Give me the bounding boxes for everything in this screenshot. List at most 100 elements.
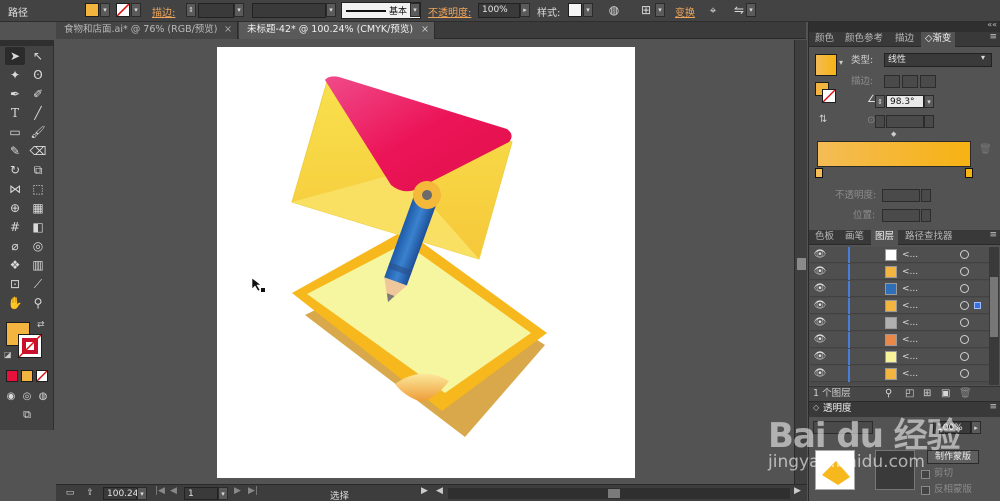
- transform-link[interactable]: 变换: [675, 4, 695, 19]
- layers-list[interactable]: 👁 <... 👁 <... 👁 <... 👁 <... 👁 <... 👁 <... 👁 <... 👁 <...: [809, 247, 995, 385]
- last-artboard-icon[interactable]: ▶|: [248, 486, 258, 496]
- panel-menu-icon[interactable]: ≡: [989, 402, 997, 412]
- stop-location-dropdown-icon[interactable]: [921, 209, 931, 222]
- layer-name[interactable]: <...: [902, 264, 952, 280]
- blend-tool-icon[interactable]: ◎: [28, 237, 48, 255]
- visibility-eye-icon[interactable]: 👁: [813, 367, 827, 381]
- curvature-tool-icon[interactable]: ✐: [28, 85, 48, 103]
- stop-opacity-input[interactable]: [882, 189, 920, 202]
- aspect-dropdown-icon[interactable]: [924, 115, 934, 128]
- tab-gradient[interactable]: ◇渐变: [921, 32, 956, 47]
- tab-swatches[interactable]: 色板: [811, 230, 838, 245]
- pen-tool-icon[interactable]: ✒: [5, 85, 25, 103]
- isolate-icon[interactable]: ⌖: [705, 3, 721, 19]
- panel-menu-icon[interactable]: ≡: [989, 32, 997, 42]
- aspect-ratio-input[interactable]: [886, 115, 924, 128]
- layer-row[interactable]: 👁 <...: [810, 332, 993, 348]
- profile-dropdown-icon[interactable]: ▾: [326, 3, 336, 17]
- gradient-stop-left[interactable]: [815, 168, 823, 178]
- gradient-slider-bar[interactable]: [817, 141, 971, 167]
- stop-location-input[interactable]: [882, 209, 920, 222]
- layer-row[interactable]: 👁 <...: [810, 298, 993, 314]
- gradient-tool-icon[interactable]: ◧: [28, 218, 48, 236]
- direct-selection-tool-icon[interactable]: ↖: [28, 47, 48, 65]
- tab-document-2[interactable]: 未标题-42* @ 100.24% (CMYK/预览) ×: [239, 22, 435, 39]
- opacity-dropdown-icon[interactable]: ▸: [520, 3, 530, 17]
- visibility-eye-icon[interactable]: 👁: [813, 333, 827, 347]
- lock-toggle[interactable]: [830, 333, 844, 347]
- stroke-weight-stepper[interactable]: ⇕: [186, 3, 196, 17]
- scroll-right-icon[interactable]: ▶: [794, 486, 801, 496]
- visibility-eye-icon[interactable]: 👁: [813, 350, 827, 364]
- transparency-opacity-dropdown-icon[interactable]: ▸: [971, 421, 981, 434]
- stroke-mini-swatch[interactable]: [822, 89, 836, 103]
- tab-color[interactable]: 颜色: [811, 32, 838, 47]
- first-artboard-icon[interactable]: |◀: [155, 486, 165, 496]
- artboard-tool-icon[interactable]: ⊡: [5, 275, 25, 293]
- layer-row[interactable]: 👁 <...: [810, 349, 993, 365]
- draw-normal-icon[interactable]: ◉: [4, 388, 18, 406]
- pencil-tool-icon[interactable]: ✎: [5, 142, 25, 160]
- mesh-tool-icon[interactable]: #: [5, 218, 25, 236]
- target-circle-icon[interactable]: [960, 335, 969, 344]
- hand-tool-icon[interactable]: ✋: [5, 294, 25, 312]
- perspective-grid-tool-icon[interactable]: ▦: [28, 199, 48, 217]
- selection-indicator[interactable]: [974, 302, 981, 309]
- align-dropdown-icon[interactable]: ▾: [655, 3, 665, 17]
- previous-artboard-icon[interactable]: ◀: [170, 486, 177, 496]
- target-circle-icon[interactable]: [960, 267, 969, 276]
- visibility-eye-icon[interactable]: 👁: [813, 265, 827, 279]
- variable-width-profile[interactable]: [252, 3, 326, 18]
- lock-toggle[interactable]: [830, 367, 844, 381]
- zoom-dropdown-icon[interactable]: ▾: [137, 487, 147, 500]
- tab-stroke[interactable]: 描边: [891, 32, 918, 47]
- lock-toggle[interactable]: [830, 248, 844, 262]
- stroke-within-button[interactable]: [884, 75, 900, 88]
- close-tab-icon[interactable]: ×: [421, 22, 429, 38]
- make-mask-button[interactable]: 制作蒙版: [927, 450, 979, 464]
- stroke-dropdown-icon[interactable]: ▾: [131, 3, 141, 17]
- zoom-menu-icon[interactable]: ▭: [63, 486, 77, 500]
- gradient-preview-swatch[interactable]: [815, 54, 837, 76]
- gradient-preset-dropdown-icon[interactable]: ▾: [839, 58, 843, 67]
- tab-layers[interactable]: 图层: [871, 230, 899, 245]
- style-dropdown-icon[interactable]: ▾: [583, 3, 593, 17]
- fill-swatch[interactable]: [85, 3, 99, 17]
- tab-color-guide[interactable]: 颜色参考: [841, 32, 887, 47]
- new-sublayer-icon[interactable]: ⊞: [923, 387, 931, 401]
- aspect-stepper[interactable]: [875, 115, 885, 128]
- layer-row[interactable]: 👁 <...: [810, 366, 993, 382]
- delete-layer-icon[interactable]: 🗑: [959, 387, 972, 401]
- stroke-weight-label[interactable]: 描边:: [152, 4, 175, 19]
- target-circle-icon[interactable]: [960, 352, 969, 361]
- locate-object-icon[interactable]: ⚲: [885, 387, 892, 401]
- target-circle-icon[interactable]: [960, 301, 969, 310]
- tab-document-1[interactable]: 食物和店面.ai* @ 76% (RGB/预览) ×: [56, 22, 238, 39]
- lock-toggle[interactable]: [830, 299, 844, 313]
- share-icon[interactable]: ⇪: [83, 486, 97, 500]
- target-circle-icon[interactable]: [960, 284, 969, 293]
- artwork-illustration[interactable]: [217, 47, 635, 478]
- stroke-across-button[interactable]: [920, 75, 936, 88]
- gradient-stop-right[interactable]: [965, 168, 973, 178]
- mask-thumbnail[interactable]: [875, 450, 915, 490]
- clipping-mask-icon[interactable]: ◰: [905, 387, 914, 401]
- graphic-style-swatch[interactable]: [568, 3, 582, 17]
- width-tool-icon[interactable]: ⋈: [5, 180, 25, 198]
- stroke-weight-input[interactable]: [198, 3, 234, 18]
- lock-toggle[interactable]: [830, 350, 844, 364]
- layer-row[interactable]: 👁 <...: [810, 315, 993, 331]
- shape-builder-tool-icon[interactable]: ⊕: [5, 199, 25, 217]
- reflect-icon[interactable]: ⇋: [731, 3, 747, 19]
- transparency-opacity-input[interactable]: 100%: [933, 421, 971, 434]
- paintbrush-tool-icon[interactable]: 🖌: [28, 123, 48, 141]
- vertical-scroll-thumb[interactable]: [797, 258, 806, 270]
- target-circle-icon[interactable]: [960, 250, 969, 259]
- clip-checkbox[interactable]: [921, 470, 930, 479]
- stop-opacity-dropdown-icon[interactable]: [921, 189, 931, 202]
- tab-brushes[interactable]: 画笔: [841, 230, 868, 245]
- selection-tool-icon[interactable]: ➤: [5, 47, 25, 65]
- layer-name[interactable]: <...: [902, 281, 952, 297]
- layer-name[interactable]: <...: [902, 366, 952, 382]
- align-grid-icon[interactable]: ⊞: [638, 3, 654, 19]
